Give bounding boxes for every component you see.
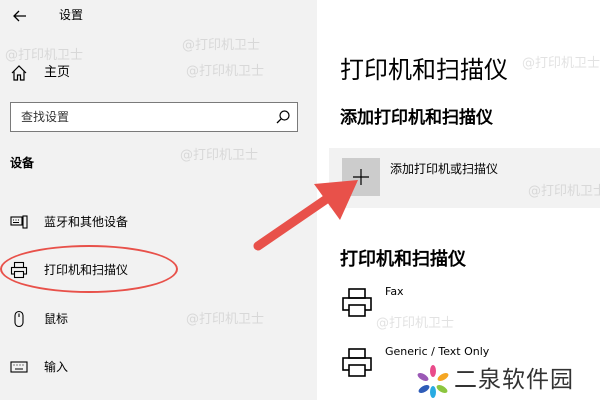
sidebar-item-typing[interactable]: 输入: [0, 352, 317, 382]
printer-icon: [342, 288, 372, 317]
printer-list-title: 打印机和扫描仪: [340, 249, 466, 270]
page-title: 打印机和扫描仪: [340, 56, 508, 84]
title-bar: 设置: [0, 0, 317, 32]
flower-logo-icon: [417, 365, 449, 398]
mouse-icon: [14, 310, 24, 328]
nav-home[interactable]: 主页: [0, 58, 317, 88]
sidebar-item-bluetooth[interactable]: 蓝牙和其他设备: [0, 207, 317, 237]
settings-sidebar: 设置 主页 设备 蓝牙和其他设备 打印机和扫描仪: [0, 0, 317, 400]
home-icon: [11, 65, 27, 81]
section-heading-devices: 设备: [10, 156, 35, 170]
nav-home-label: 主页: [44, 65, 71, 80]
sidebar-item-printers[interactable]: 打印机和扫描仪: [0, 255, 317, 285]
search-icon[interactable]: [275, 109, 291, 125]
sidebar-item-label: 蓝牙和其他设备: [44, 215, 129, 229]
plus-tile: [342, 158, 380, 196]
printer-name: Fax: [385, 285, 404, 298]
main-content: 打印机和扫描仪 添加打印机和扫描仪 添加打印机或扫描仪 打印机和扫描仪 Fax …: [317, 0, 600, 400]
sidebar-item-label: 输入: [44, 360, 69, 374]
search-input[interactable]: [11, 103, 261, 131]
sidebar-item-label: 打印机和扫描仪: [44, 263, 129, 277]
printer-icon: [10, 261, 28, 279]
add-printer-button[interactable]: 添加打印机或扫描仪: [329, 148, 600, 208]
plus-icon: [353, 169, 369, 185]
back-button[interactable]: [10, 6, 30, 26]
add-printer-label: 添加打印机或扫描仪: [390, 162, 499, 176]
printer-name: Generic / Text Only: [385, 345, 490, 358]
search-box[interactable]: [10, 102, 298, 132]
printer-icon: [342, 348, 372, 377]
bluetooth-devices-icon: [10, 215, 28, 229]
site-logo: 二泉软件园: [416, 362, 600, 400]
sidebar-item-mouse[interactable]: 鼠标: [0, 304, 317, 334]
keyboard-icon: [10, 361, 28, 373]
window-title: 设置: [59, 8, 84, 22]
sidebar-item-label: 鼠标: [44, 312, 69, 326]
back-arrow-icon: [13, 10, 26, 22]
logo-text: 二泉软件园: [454, 367, 574, 393]
printer-item-fax[interactable]: Fax: [340, 284, 600, 324]
add-section-title: 添加打印机和扫描仪: [340, 108, 493, 128]
